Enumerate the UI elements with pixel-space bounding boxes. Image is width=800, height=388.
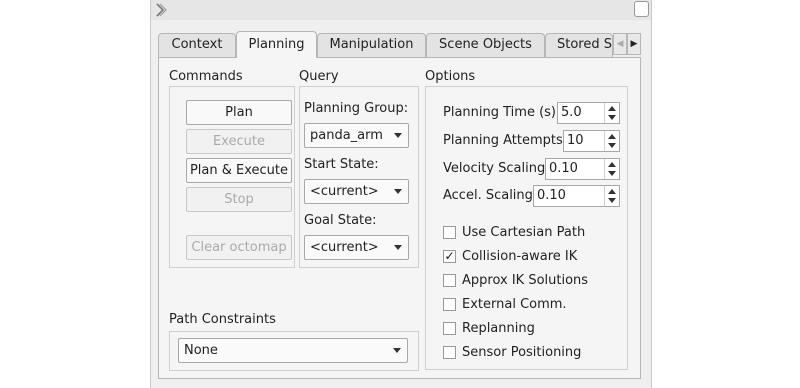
spin-down-icon[interactable]	[608, 115, 616, 120]
accel-scaling-value: 0.10	[537, 188, 566, 203]
path-constraints-select[interactable]: None	[178, 338, 408, 363]
checkbox-box[interactable]	[443, 322, 456, 335]
spin-up-icon[interactable]	[608, 106, 616, 111]
checkmark-icon[interactable]: ✓	[443, 250, 456, 263]
spin-buttons[interactable]	[604, 186, 619, 206]
float-panel-button[interactable]	[634, 1, 649, 17]
accel-scaling-spinbox[interactable]: 0.10	[533, 185, 620, 207]
tab-planning[interactable]: Planning	[236, 31, 317, 58]
velocity-scaling-label: Velocity Scaling:	[443, 161, 550, 176]
velocity-scaling-spinbox[interactable]: 0.10	[545, 158, 620, 180]
goal-state-value: <current>	[310, 240, 379, 255]
planning-attempts-label: Planning Attempts:	[443, 133, 568, 148]
spin-up-icon[interactable]	[608, 134, 616, 139]
start-state-select[interactable]: <current>	[304, 179, 409, 204]
panel-grip-icon[interactable]	[155, 2, 169, 18]
chevron-down-icon	[394, 245, 402, 250]
spin-up-icon[interactable]	[608, 162, 616, 167]
plan-button[interactable]: Plan	[186, 100, 292, 125]
spin-buttons[interactable]	[604, 159, 619, 179]
start-state-value: <current>	[310, 184, 379, 199]
stop-button[interactable]: Stop	[186, 187, 292, 212]
accel-scaling-label: Accel. Scaling:	[443, 188, 538, 203]
spin-down-icon[interactable]	[608, 171, 616, 176]
tab-bar: Context Planning Manipulation Scene Obje…	[158, 31, 641, 58]
goal-state-select[interactable]: <current>	[304, 235, 409, 260]
tab-scroll-left-icon[interactable]: ◀	[613, 33, 627, 55]
tab-scene-objects[interactable]: Scene Objects	[426, 33, 545, 57]
spin-down-icon[interactable]	[608, 198, 616, 203]
checkbox-label: External Comm.	[462, 297, 567, 312]
clear-octomap-button[interactable]: Clear octomap	[186, 235, 292, 260]
plan-and-execute-button[interactable]: Plan & Execute	[186, 158, 292, 183]
planning-group-label: Planning Group:	[304, 101, 409, 116]
planning-time-label: Planning Time (s):	[443, 105, 561, 120]
path-constraints-title: Path Constraints	[169, 312, 276, 327]
planning-time-value: 5.0	[561, 105, 582, 120]
checkbox-label: Collision-aware IK	[462, 249, 578, 264]
checkbox-box[interactable]	[443, 346, 456, 359]
chevron-down-icon	[394, 189, 402, 194]
planning-attempts-spinbox[interactable]: 10	[563, 130, 620, 152]
spin-buttons[interactable]	[604, 103, 619, 123]
checkbox-box[interactable]	[443, 274, 456, 287]
tab-stored-states[interactable]: Stored S	[545, 33, 613, 57]
goal-state-label: Goal State:	[304, 213, 377, 228]
query-title: Query	[299, 69, 339, 84]
path-constraints-value: None	[184, 343, 218, 358]
planning-group-value: panda_arm	[310, 128, 383, 143]
velocity-scaling-value: 0.10	[549, 161, 578, 176]
start-state-label: Start State:	[304, 157, 379, 172]
checkbox-label: Approx IK Solutions	[462, 273, 589, 288]
checkbox-box[interactable]	[443, 226, 456, 239]
tab-context[interactable]: Context	[158, 33, 236, 57]
checkbox-label: Sensor Positioning	[462, 345, 582, 360]
options-title: Options	[425, 69, 476, 84]
checkbox-label: Use Cartesian Path	[462, 225, 586, 240]
tab-scroll-right-icon[interactable]: ▶	[627, 33, 641, 55]
spin-buttons[interactable]	[604, 131, 619, 151]
planning-attempts-value: 10	[567, 133, 584, 148]
planning-tab-content: Commands Plan Execute Plan & Execute Sto…	[158, 57, 641, 379]
chevron-down-icon	[394, 133, 402, 138]
planning-group-select[interactable]: panda_arm	[304, 123, 409, 148]
checkbox-box[interactable]	[443, 298, 456, 311]
motion-planning-panel: Context Planning Manipulation Scene Obje…	[150, 0, 652, 388]
panel-title-bar[interactable]	[151, 0, 651, 20]
planning-time-spinbox[interactable]: 5.0	[557, 102, 620, 124]
commands-title: Commands	[169, 69, 243, 84]
spin-up-icon[interactable]	[608, 189, 616, 194]
spin-down-icon[interactable]	[608, 143, 616, 148]
execute-button[interactable]: Execute	[186, 129, 292, 154]
checkbox-label: Replanning	[462, 321, 535, 336]
chevron-down-icon	[393, 348, 401, 353]
tab-manipulation[interactable]: Manipulation	[317, 33, 426, 57]
